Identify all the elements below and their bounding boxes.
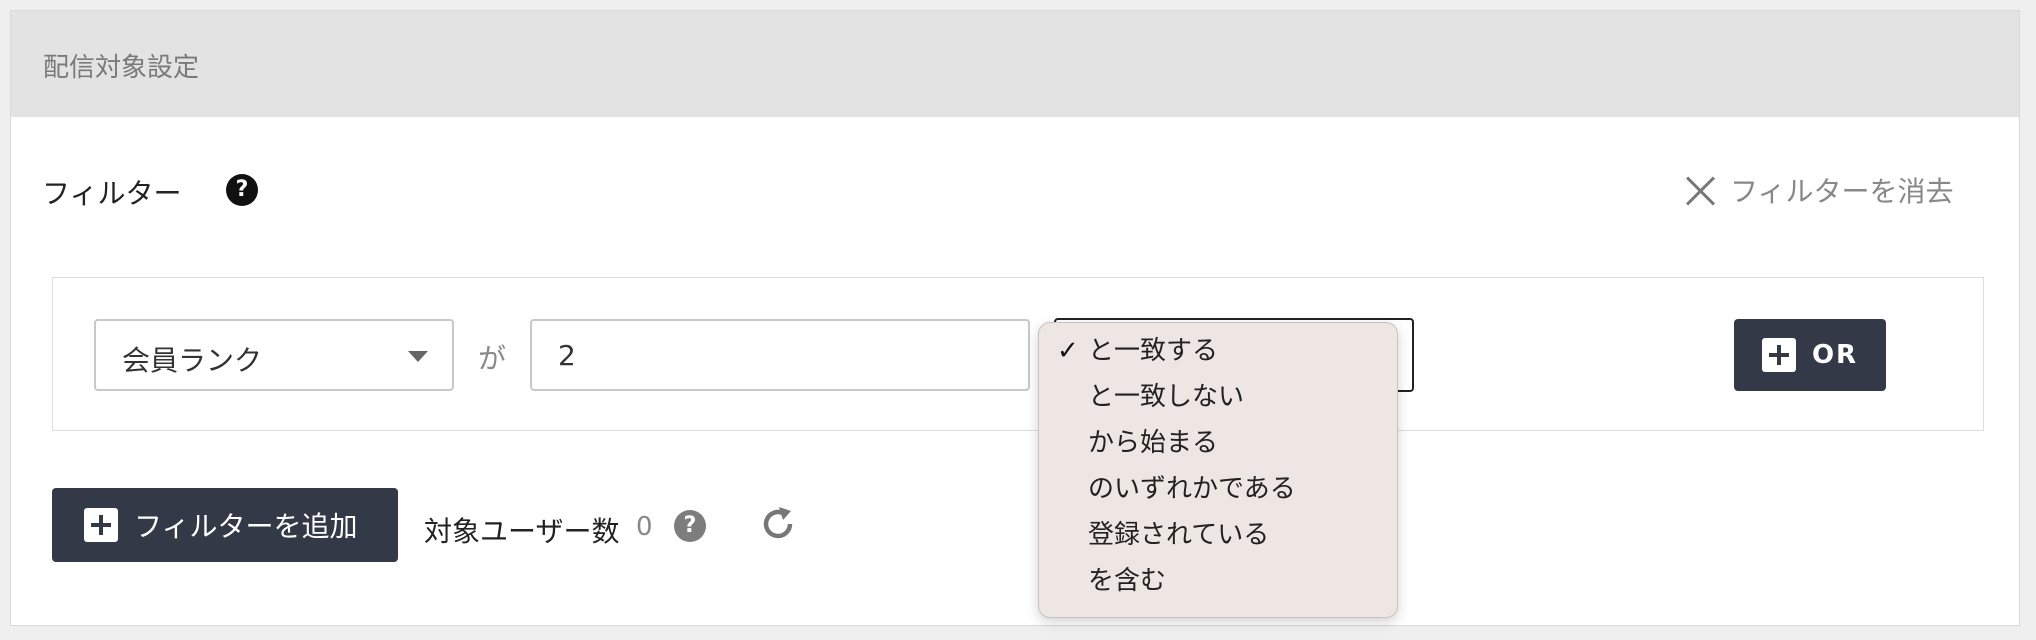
clear-filter-button[interactable]: フィルターを消去 [1684,170,1953,210]
operator-option-contains[interactable]: を含む [1088,561,1166,601]
question-circle-icon[interactable]: ? [674,510,706,542]
add-filter-button[interactable]: フィルターを追加 [52,488,398,562]
operator-option-starts-with[interactable]: から始まる [1088,423,1218,463]
condition-value-input[interactable] [530,319,1030,391]
or-button-label: OR [1811,340,1859,370]
filter-label: フィルター [42,177,182,210]
field-select[interactable]: 会員ランク [94,319,454,391]
plus-square-icon [84,508,118,542]
target-users-count: 0 [636,512,653,542]
close-icon [1684,174,1716,206]
operator-dropdown-menu: ✓ と一致する と一致しない から始まる のいずれかである 登録されている を含… [1038,322,1398,618]
target-users-label: 対象ユーザー数 [424,515,620,548]
clear-filter-label: フィルターを消去 [1730,175,1954,208]
field-select-value: 会員ランク [122,344,263,377]
operator-option-equals[interactable]: と一致する [1088,331,1218,371]
operator-option-registered[interactable]: 登録されている [1088,515,1269,555]
plus-square-icon [1761,338,1796,372]
check-icon: ✓ [1057,336,1079,366]
operator-option-not-equals[interactable]: と一致しない [1088,377,1244,417]
add-or-button[interactable]: OR [1734,319,1886,391]
panel-header: 配信対象設定 [11,11,2019,117]
refresh-icon[interactable] [758,504,798,544]
add-filter-label: フィルターを追加 [134,510,358,543]
caret-down-icon [408,351,428,362]
question-circle-icon[interactable]: ? [226,174,258,206]
operator-option-one-of[interactable]: のいずれかである [1088,469,1296,509]
connector-text: が [478,342,507,375]
panel-title: 配信対象設定 [43,53,200,83]
